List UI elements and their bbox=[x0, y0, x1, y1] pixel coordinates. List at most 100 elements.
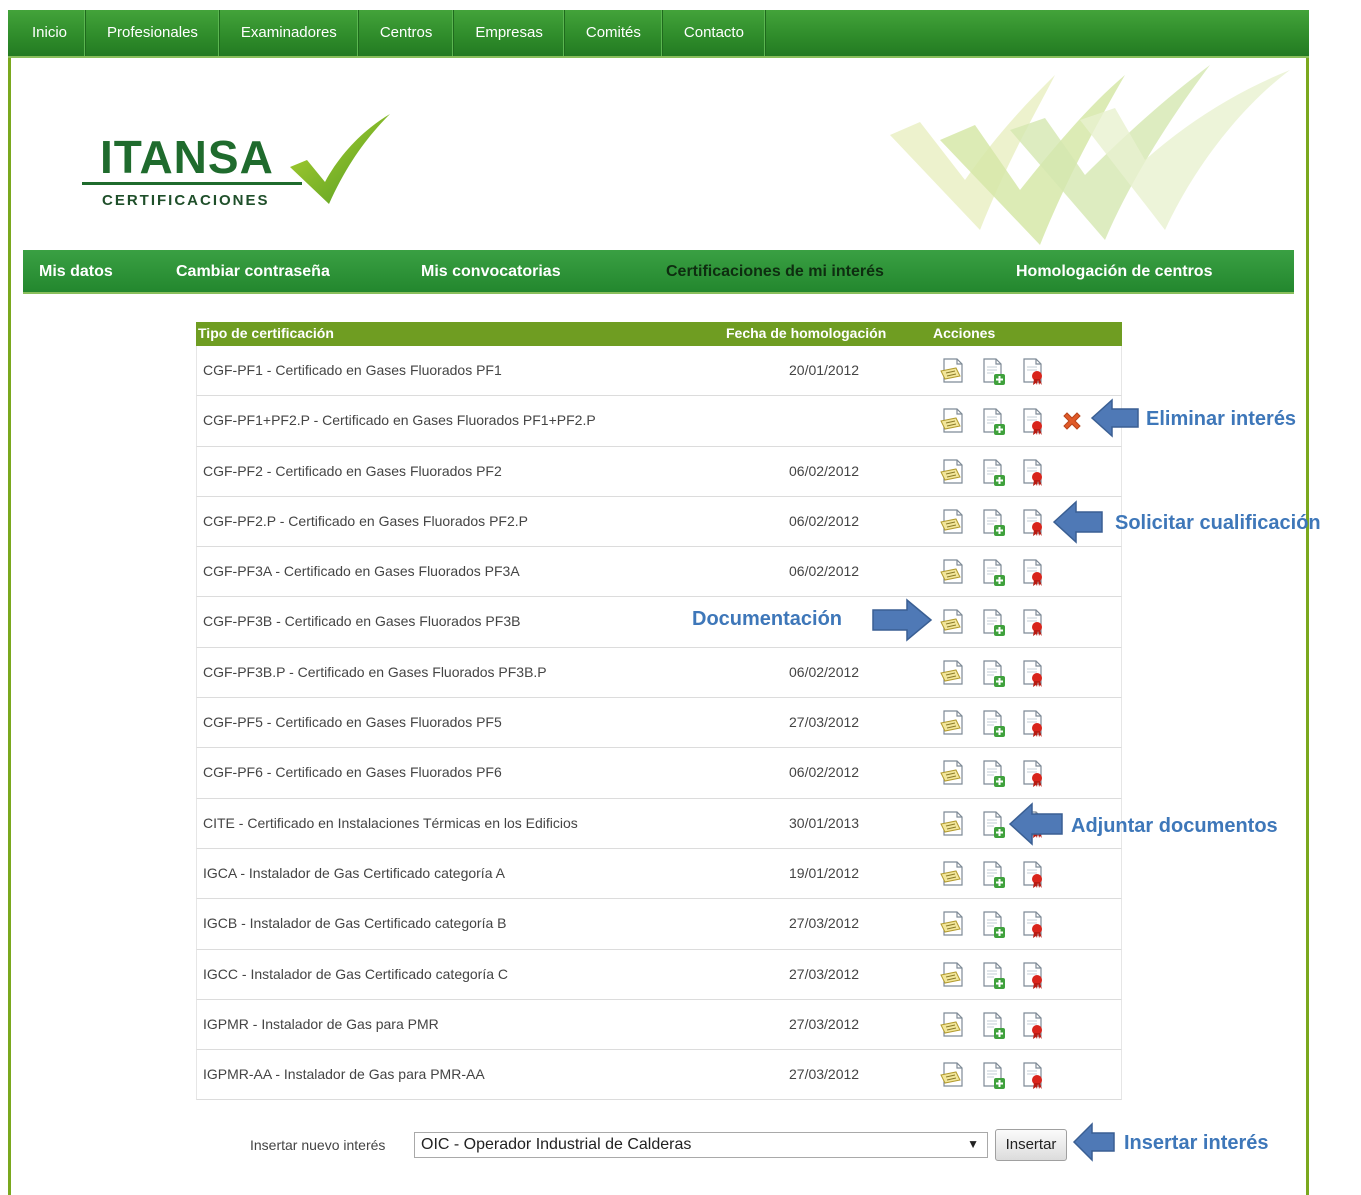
table-row: CGF-PF3B - Certificado en Gases Fluorado… bbox=[196, 597, 1122, 648]
request-certificate-icon[interactable] bbox=[1020, 608, 1046, 637]
table-row: CGF-PF3B.P - Certificado en Gases Fluora… bbox=[196, 647, 1122, 699]
left-arrow-icon bbox=[1008, 802, 1063, 846]
documentation-icon[interactable] bbox=[940, 1061, 966, 1089]
attach-document-icon[interactable] bbox=[980, 860, 1006, 888]
delete-x-icon[interactable] bbox=[1060, 409, 1086, 437]
nav-comites[interactable]: Comités bbox=[565, 10, 663, 56]
watermark-checks-icon bbox=[890, 65, 1290, 245]
request-certificate-icon[interactable] bbox=[1020, 508, 1046, 536]
request-certificate-icon[interactable] bbox=[1020, 1011, 1046, 1039]
documentation-icon[interactable] bbox=[940, 659, 966, 687]
logo-underline bbox=[82, 182, 302, 185]
homologation-date: 06/02/2012 bbox=[789, 764, 860, 781]
tab-mis-convocatorias[interactable]: Mis convocatorias bbox=[421, 250, 561, 294]
attach-document-icon[interactable] bbox=[980, 709, 1006, 738]
logo-checkmark-icon bbox=[290, 114, 390, 204]
request-certificate-icon[interactable] bbox=[1020, 458, 1046, 486]
request-certificate-icon[interactable] bbox=[1020, 1061, 1046, 1090]
attach-document-icon[interactable] bbox=[980, 810, 1006, 838]
tab-cambiar-contrasena[interactable]: Cambiar contraseña bbox=[176, 250, 330, 294]
page-border-left bbox=[8, 10, 11, 1195]
certification-name: CITE - Certificado en Instalaciones Térm… bbox=[203, 814, 578, 831]
select-value: OIC - Operador Industrial de Calderas bbox=[421, 1136, 692, 1153]
attach-document-icon[interactable] bbox=[980, 407, 1006, 436]
documentation-icon[interactable] bbox=[940, 608, 966, 636]
nav-empresas[interactable]: Empresas bbox=[454, 10, 565, 56]
attach-document-icon[interactable] bbox=[980, 1011, 1006, 1039]
documentation-icon[interactable] bbox=[940, 508, 966, 536]
table-row: CGF-PF2 - Certificado en Gases Fluorados… bbox=[196, 446, 1122, 497]
request-certificate-icon[interactable] bbox=[1020, 759, 1046, 788]
tab-certificaciones-interes[interactable]: Certificaciones de mi interés bbox=[666, 250, 884, 294]
nav-profesionales[interactable]: Profesionales bbox=[86, 10, 220, 56]
table-row: IGPMR-AA - Instalador de Gas para PMR-AA… bbox=[196, 1050, 1122, 1101]
homologation-date: 06/02/2012 bbox=[789, 663, 860, 680]
certification-name: CGF-PF1 - Certificado en Gases Fluorados… bbox=[203, 362, 502, 378]
documentation-icon[interactable] bbox=[940, 357, 966, 385]
request-certificate-icon[interactable] bbox=[1020, 659, 1046, 687]
request-certificate-icon[interactable] bbox=[1020, 357, 1046, 385]
callout-attach-documents: Adjuntar documentos bbox=[1071, 815, 1278, 837]
insert-interest-select[interactable]: OIC - Operador Industrial de Calderas ▼ bbox=[414, 1132, 988, 1158]
homologation-date: 20/01/2012 bbox=[789, 362, 860, 378]
documentation-icon[interactable] bbox=[940, 759, 966, 787]
insert-button[interactable]: Insertar bbox=[995, 1129, 1067, 1161]
certification-name: CGF-PF3B - Certificado en Gases Fluorado… bbox=[203, 613, 521, 630]
table-row: CGF-PF1 - Certificado en Gases Fluorados… bbox=[196, 346, 1122, 397]
homologation-date: 27/03/2012 bbox=[789, 965, 860, 982]
table-row: IGCA - Instalador de Gas Certificado cat… bbox=[196, 848, 1122, 900]
attach-document-icon[interactable] bbox=[980, 458, 1006, 486]
table-row: CGF-PF6 - Certificado en Gases Fluorados… bbox=[196, 748, 1122, 799]
attach-document-icon[interactable] bbox=[980, 558, 1006, 587]
homologation-date: 06/02/2012 bbox=[789, 563, 860, 580]
left-arrow-icon bbox=[1090, 398, 1139, 438]
attach-document-icon[interactable] bbox=[980, 508, 1006, 536]
documentation-icon[interactable] bbox=[940, 810, 966, 838]
table-row: IGCB - Instalador de Gas Certificado cat… bbox=[196, 899, 1122, 950]
homologation-date: 06/02/2012 bbox=[789, 462, 860, 479]
header-date: Fecha de homologación bbox=[726, 325, 887, 341]
right-arrow-icon bbox=[872, 598, 933, 642]
table-header: Tipo de certificación Fecha de homologac… bbox=[196, 322, 1122, 346]
documentation-icon[interactable] bbox=[940, 1011, 966, 1039]
documentation-icon[interactable] bbox=[940, 558, 966, 586]
table-row: CGF-PF2.P - Certificado en Gases Fluorad… bbox=[196, 496, 1122, 548]
insert-interest-label: Insertar nuevo interés bbox=[250, 1137, 386, 1153]
logo-title: ITANSA bbox=[100, 131, 274, 183]
dropdown-arrow-icon: ▼ bbox=[967, 1137, 979, 1151]
request-certificate-icon[interactable] bbox=[1020, 961, 1046, 989]
request-certificate-icon[interactable] bbox=[1020, 407, 1046, 436]
logo-subtitle: CERTIFICACIONES bbox=[102, 192, 270, 209]
request-certificate-icon[interactable] bbox=[1020, 860, 1046, 888]
attach-document-icon[interactable] bbox=[980, 759, 1006, 788]
certification-name: IGPMR-AA - Instalador de Gas para PMR-AA bbox=[203, 1066, 485, 1083]
nav-centros[interactable]: Centros bbox=[359, 10, 455, 56]
attach-document-icon[interactable] bbox=[980, 961, 1006, 989]
attach-document-icon[interactable] bbox=[980, 1061, 1006, 1090]
nav-examinadores[interactable]: Examinadores bbox=[220, 10, 359, 56]
tab-mis-datos[interactable]: Mis datos bbox=[39, 250, 113, 294]
documentation-icon[interactable] bbox=[940, 961, 966, 989]
request-certificate-icon[interactable] bbox=[1020, 910, 1046, 939]
attach-document-icon[interactable] bbox=[980, 357, 1006, 385]
homologation-date: 27/03/2012 bbox=[789, 915, 860, 932]
documentation-icon[interactable] bbox=[940, 910, 966, 938]
certification-name: IGCB - Instalador de Gas Certificado cat… bbox=[203, 915, 507, 932]
attach-document-icon[interactable] bbox=[980, 910, 1006, 939]
attach-document-icon[interactable] bbox=[980, 608, 1006, 637]
attach-document-icon[interactable] bbox=[980, 659, 1006, 687]
table-row: CGF-PF3A - Certificado en Gases Fluorado… bbox=[196, 547, 1122, 598]
callout-documentation: Documentación bbox=[692, 608, 843, 630]
nav-inicio[interactable]: Inicio bbox=[8, 10, 87, 56]
documentation-icon[interactable] bbox=[940, 860, 966, 888]
itansa-logo[interactable]: ITANSA CERTIFICACIONES bbox=[80, 112, 400, 217]
documentation-icon[interactable] bbox=[940, 709, 966, 737]
tab-homologacion-centros[interactable]: Homologación de centros bbox=[1016, 250, 1212, 294]
table-row: CGF-PF5 - Certificado en Gases Fluorados… bbox=[196, 698, 1122, 749]
request-certificate-icon[interactable] bbox=[1020, 709, 1046, 738]
documentation-icon[interactable] bbox=[940, 458, 966, 486]
nav-contacto[interactable]: Contacto bbox=[663, 10, 766, 56]
table-row: IGPMR - Instalador de Gas para PMR 27/03/… bbox=[196, 999, 1122, 1051]
request-certificate-icon[interactable] bbox=[1020, 558, 1046, 587]
documentation-icon[interactable] bbox=[940, 407, 966, 435]
